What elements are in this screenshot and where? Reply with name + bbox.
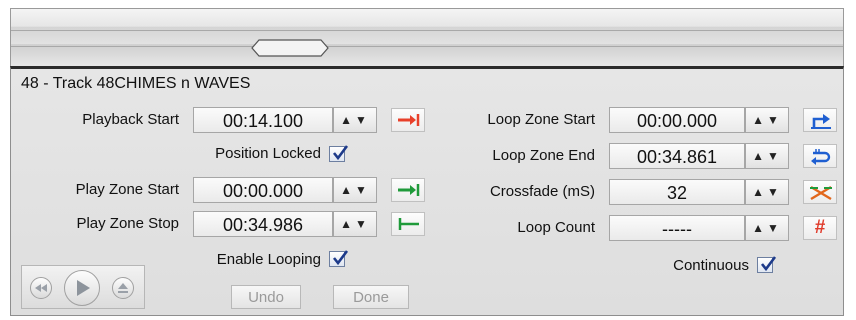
loop-zone-start-field[interactable]: 00:00.000 xyxy=(609,107,745,133)
loop-zone-end-stepper[interactable]: ▲▼ xyxy=(745,143,789,169)
play-zone-start-field[interactable]: 00:00.000 xyxy=(193,177,333,203)
track-title: 48 - Track 48CHIMES n WAVES xyxy=(21,75,251,92)
play-zone-stop-field[interactable]: 00:34.986 xyxy=(193,211,333,237)
play-zone-start-stepper[interactable]: ▲▼ xyxy=(333,177,377,203)
undo-button[interactable]: Undo xyxy=(231,285,301,309)
track-settings-window: 48 - Track 48CHIMES n WAVES Playback Sta… xyxy=(0,0,856,320)
continuous-label: Continuous xyxy=(673,257,749,274)
track-panel: 48 - Track 48CHIMES n WAVES Playback Sta… xyxy=(10,66,844,316)
rail-line xyxy=(11,46,843,47)
playback-start-stepper[interactable]: ▲▼ xyxy=(333,107,377,133)
loop-zone-end-label: Loop Zone End xyxy=(492,147,595,164)
loop-zone-end-field[interactable]: 00:34.861 xyxy=(609,143,745,169)
loop-count-field[interactable]: ----- xyxy=(609,215,745,241)
position-locked-checkbox[interactable] xyxy=(329,145,349,162)
set-zone-start-icon[interactable] xyxy=(391,178,425,202)
loop-count-stepper[interactable]: ▲▼ xyxy=(745,215,789,241)
rewind-icon[interactable] xyxy=(30,277,52,299)
eject-icon[interactable] xyxy=(112,277,134,299)
play-zone-stop-stepper[interactable]: ▲▼ xyxy=(333,211,377,237)
set-zone-stop-icon[interactable] xyxy=(391,212,425,236)
jump-to-start-icon[interactable] xyxy=(391,108,425,132)
crossfade-icon[interactable] xyxy=(803,180,837,204)
hash-icon[interactable]: # xyxy=(803,216,837,240)
loop-zone-start-label: Loop Zone Start xyxy=(487,111,595,128)
loop-end-icon[interactable] xyxy=(803,144,837,168)
continuous-checkbox[interactable] xyxy=(757,256,777,273)
crossfade-field[interactable]: 32 xyxy=(609,179,745,205)
enable-looping-checkbox[interactable] xyxy=(329,250,349,267)
crossfade-label: Crossfade (mS) xyxy=(489,183,595,200)
loop-start-icon[interactable] xyxy=(803,108,837,132)
play-icon[interactable] xyxy=(64,270,100,306)
playback-start-label: Playback Start xyxy=(82,111,179,128)
transport-controls xyxy=(21,265,145,309)
play-zone-stop-label: Play Zone Stop xyxy=(76,215,179,232)
loop-count-label: Loop Count xyxy=(517,219,595,236)
loop-zone-start-stepper[interactable]: ▲▼ xyxy=(745,107,789,133)
playback-start-field[interactable]: 00:14.100 xyxy=(193,107,333,133)
timeline-scroller[interactable] xyxy=(10,8,844,67)
rail-line xyxy=(11,30,843,31)
done-button[interactable]: Done xyxy=(333,285,409,309)
crossfade-stepper[interactable]: ▲▼ xyxy=(745,179,789,205)
play-zone-start-label: Play Zone Start xyxy=(75,181,179,198)
position-locked-label: Position Locked xyxy=(215,145,321,162)
scroll-handle[interactable] xyxy=(251,39,329,57)
